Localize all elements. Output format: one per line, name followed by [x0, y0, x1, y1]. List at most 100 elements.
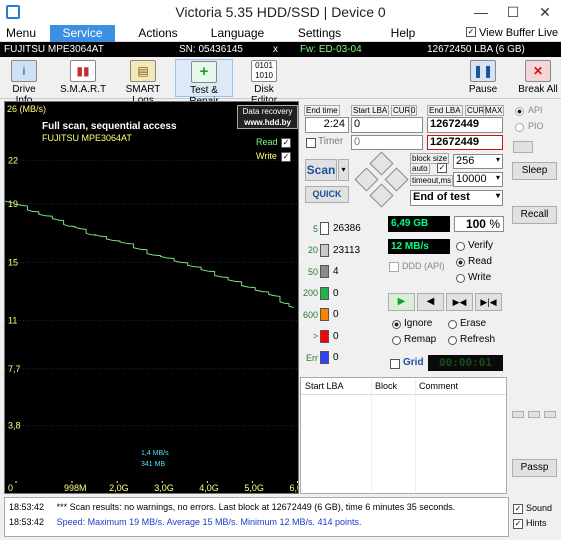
y-tick-label: 11 [8, 316, 17, 326]
direction-left-arrow-icon[interactable] [354, 167, 379, 192]
block-size-value: 256 [456, 155, 475, 167]
progress-percent-value: 100 [465, 217, 486, 231]
start-zero-button[interactable]: 0 [409, 105, 418, 116]
api-radio[interactable] [515, 107, 524, 116]
timer-field[interactable]: 0 [351, 135, 423, 150]
test-repair-button[interactable]: + Test & Repair [175, 59, 233, 107]
menu-settings[interactable]: Settings [292, 25, 347, 42]
block-stat-color-swatch [320, 286, 329, 300]
auto-checkbox[interactable]: ✓ [437, 163, 447, 173]
mini-button-1[interactable] [512, 411, 524, 418]
action-options: Ignore Erase Remap Refresh [386, 315, 507, 347]
ddd-checkbox[interactable] [389, 262, 399, 272]
recall-button[interactable]: Recall [512, 206, 557, 224]
progress-percent: 100 % [454, 216, 504, 232]
rewind-icon[interactable]: ◀ [417, 293, 444, 311]
ignore-radio[interactable] [392, 320, 401, 329]
sleep-button[interactable]: Sleep [512, 162, 557, 180]
close-button[interactable]: ✕ [530, 2, 560, 22]
mini-button-2[interactable] [528, 411, 540, 418]
end-icon[interactable]: ▶|◀ [475, 293, 502, 311]
skip-icon[interactable]: ▶◀ [446, 293, 473, 311]
menu-service[interactable]: Service [50, 25, 115, 42]
x-tick-label: 3,0G [154, 483, 174, 493]
block-size-select[interactable]: 256 ▾ [453, 154, 503, 169]
start-lba-field[interactable]: 0 [351, 117, 423, 133]
x-tick-label: 0 [8, 483, 13, 493]
smart-button[interactable]: ▮▮ S.M.A.R.T [60, 59, 106, 97]
table-col-divider-1 [371, 378, 372, 493]
end-of-test-select[interactable]: End of test ▾ [410, 190, 503, 206]
graph-size-note: 341 MB [141, 461, 166, 468]
direction-down-arrow-icon[interactable] [369, 183, 394, 208]
read-label: Read [468, 256, 492, 267]
mini-button-3[interactable] [544, 411, 556, 418]
table-col-divider-2 [415, 378, 416, 493]
data-recovery-badge: Data recovery www.hdd.by [237, 105, 298, 129]
play-icon[interactable]: ▶ [388, 293, 415, 311]
write-radio[interactable] [456, 274, 465, 283]
hints-checkbox[interactable]: ✓ [513, 519, 523, 529]
menu-help[interactable]: Help [383, 25, 423, 42]
block-stat-count: 0 [333, 287, 339, 299]
timeout-select[interactable]: 10000 ▾ [453, 172, 503, 187]
disk-editor-button[interactable]: 01011010 Disk Editor [240, 59, 288, 106]
col-start-lba: Start LBA [305, 381, 344, 391]
col-block: Block [375, 381, 398, 391]
log-panel: 18:53:42 *** Scan results: no warnings, … [4, 497, 509, 537]
view-buffer-checkbox[interactable]: ✓ [466, 27, 476, 37]
end-lba-field-2[interactable]: 12672449 [427, 135, 503, 150]
maximize-button[interactable]: ☐ [498, 2, 528, 22]
quick-button[interactable]: QUICK [305, 186, 349, 203]
block-stat-row: 600 0 [302, 308, 382, 324]
block-stat-row: 200 0 [302, 286, 382, 303]
direction-right-arrow-icon[interactable] [384, 167, 409, 192]
table-header-divider [301, 394, 506, 395]
sound-checkbox[interactable]: ✓ [513, 504, 523, 514]
direction-up-arrow-icon[interactable] [369, 151, 394, 176]
block-stat-count: 0 [333, 352, 339, 363]
break-all-button[interactable]: ✕ Break All [518, 59, 558, 97]
elapsed-clock: 00:00:01 [428, 355, 503, 371]
pio-label: PIO [528, 121, 544, 131]
block-stat-color-swatch [320, 265, 329, 278]
device-serial: SN: 05436145 [179, 44, 243, 55]
current-speed: 12 MB/s [388, 239, 450, 254]
plus-icon: + [191, 61, 217, 83]
graph-write-label: Write [256, 151, 277, 161]
badge-line-1: Data recovery [242, 107, 293, 116]
scan-dropdown-arrow[interactable]: ▾ [338, 159, 349, 181]
menu-menu[interactable]: Menu [0, 25, 42, 42]
refresh-radio[interactable] [448, 336, 457, 345]
drive-info-button[interactable]: i Drive Info [3, 59, 45, 106]
graph-write-checkbox[interactable]: ✓ [281, 152, 291, 162]
read-radio[interactable] [456, 258, 465, 267]
chart-icon: ▮▮ [70, 60, 96, 82]
block-stat-color-swatch [320, 243, 329, 257]
block-stat-label: 200 [302, 288, 318, 298]
pio-radio[interactable] [515, 123, 524, 132]
power-button[interactable] [513, 141, 533, 153]
block-stat-count: 26386 [333, 223, 361, 234]
ddd-label: DDD (API) [402, 261, 445, 271]
scan-button[interactable]: Scan [305, 159, 337, 181]
menu-actions[interactable]: Actions [128, 25, 188, 42]
pause-button[interactable]: ❚❚ Pause [466, 59, 500, 97]
passp-button[interactable]: Passp [512, 459, 557, 477]
end-lba-field[interactable]: 12672449 [427, 117, 503, 133]
graph-mode: Full scan, sequential access [42, 121, 177, 132]
grid-checkbox[interactable] [390, 359, 400, 369]
remap-radio[interactable] [392, 336, 401, 345]
minimize-button[interactable]: — [466, 2, 496, 22]
erase-radio[interactable] [448, 320, 457, 329]
smart-logs-button[interactable]: ▤ SMART Logs [116, 59, 170, 106]
menu-language[interactable]: Language [205, 25, 270, 42]
x-tick-label: 5,0G [244, 483, 264, 493]
end-max-button[interactable]: MAX [483, 105, 505, 116]
remap-label: Remap [404, 334, 437, 345]
graph-read-checkbox[interactable]: ✓ [281, 138, 291, 148]
graph-drive: FUJITSU MPE3064AT [42, 133, 132, 143]
timer-checkbox[interactable] [306, 138, 316, 148]
verify-radio[interactable] [456, 242, 465, 251]
end-time-field[interactable]: 2:24 [305, 117, 349, 133]
